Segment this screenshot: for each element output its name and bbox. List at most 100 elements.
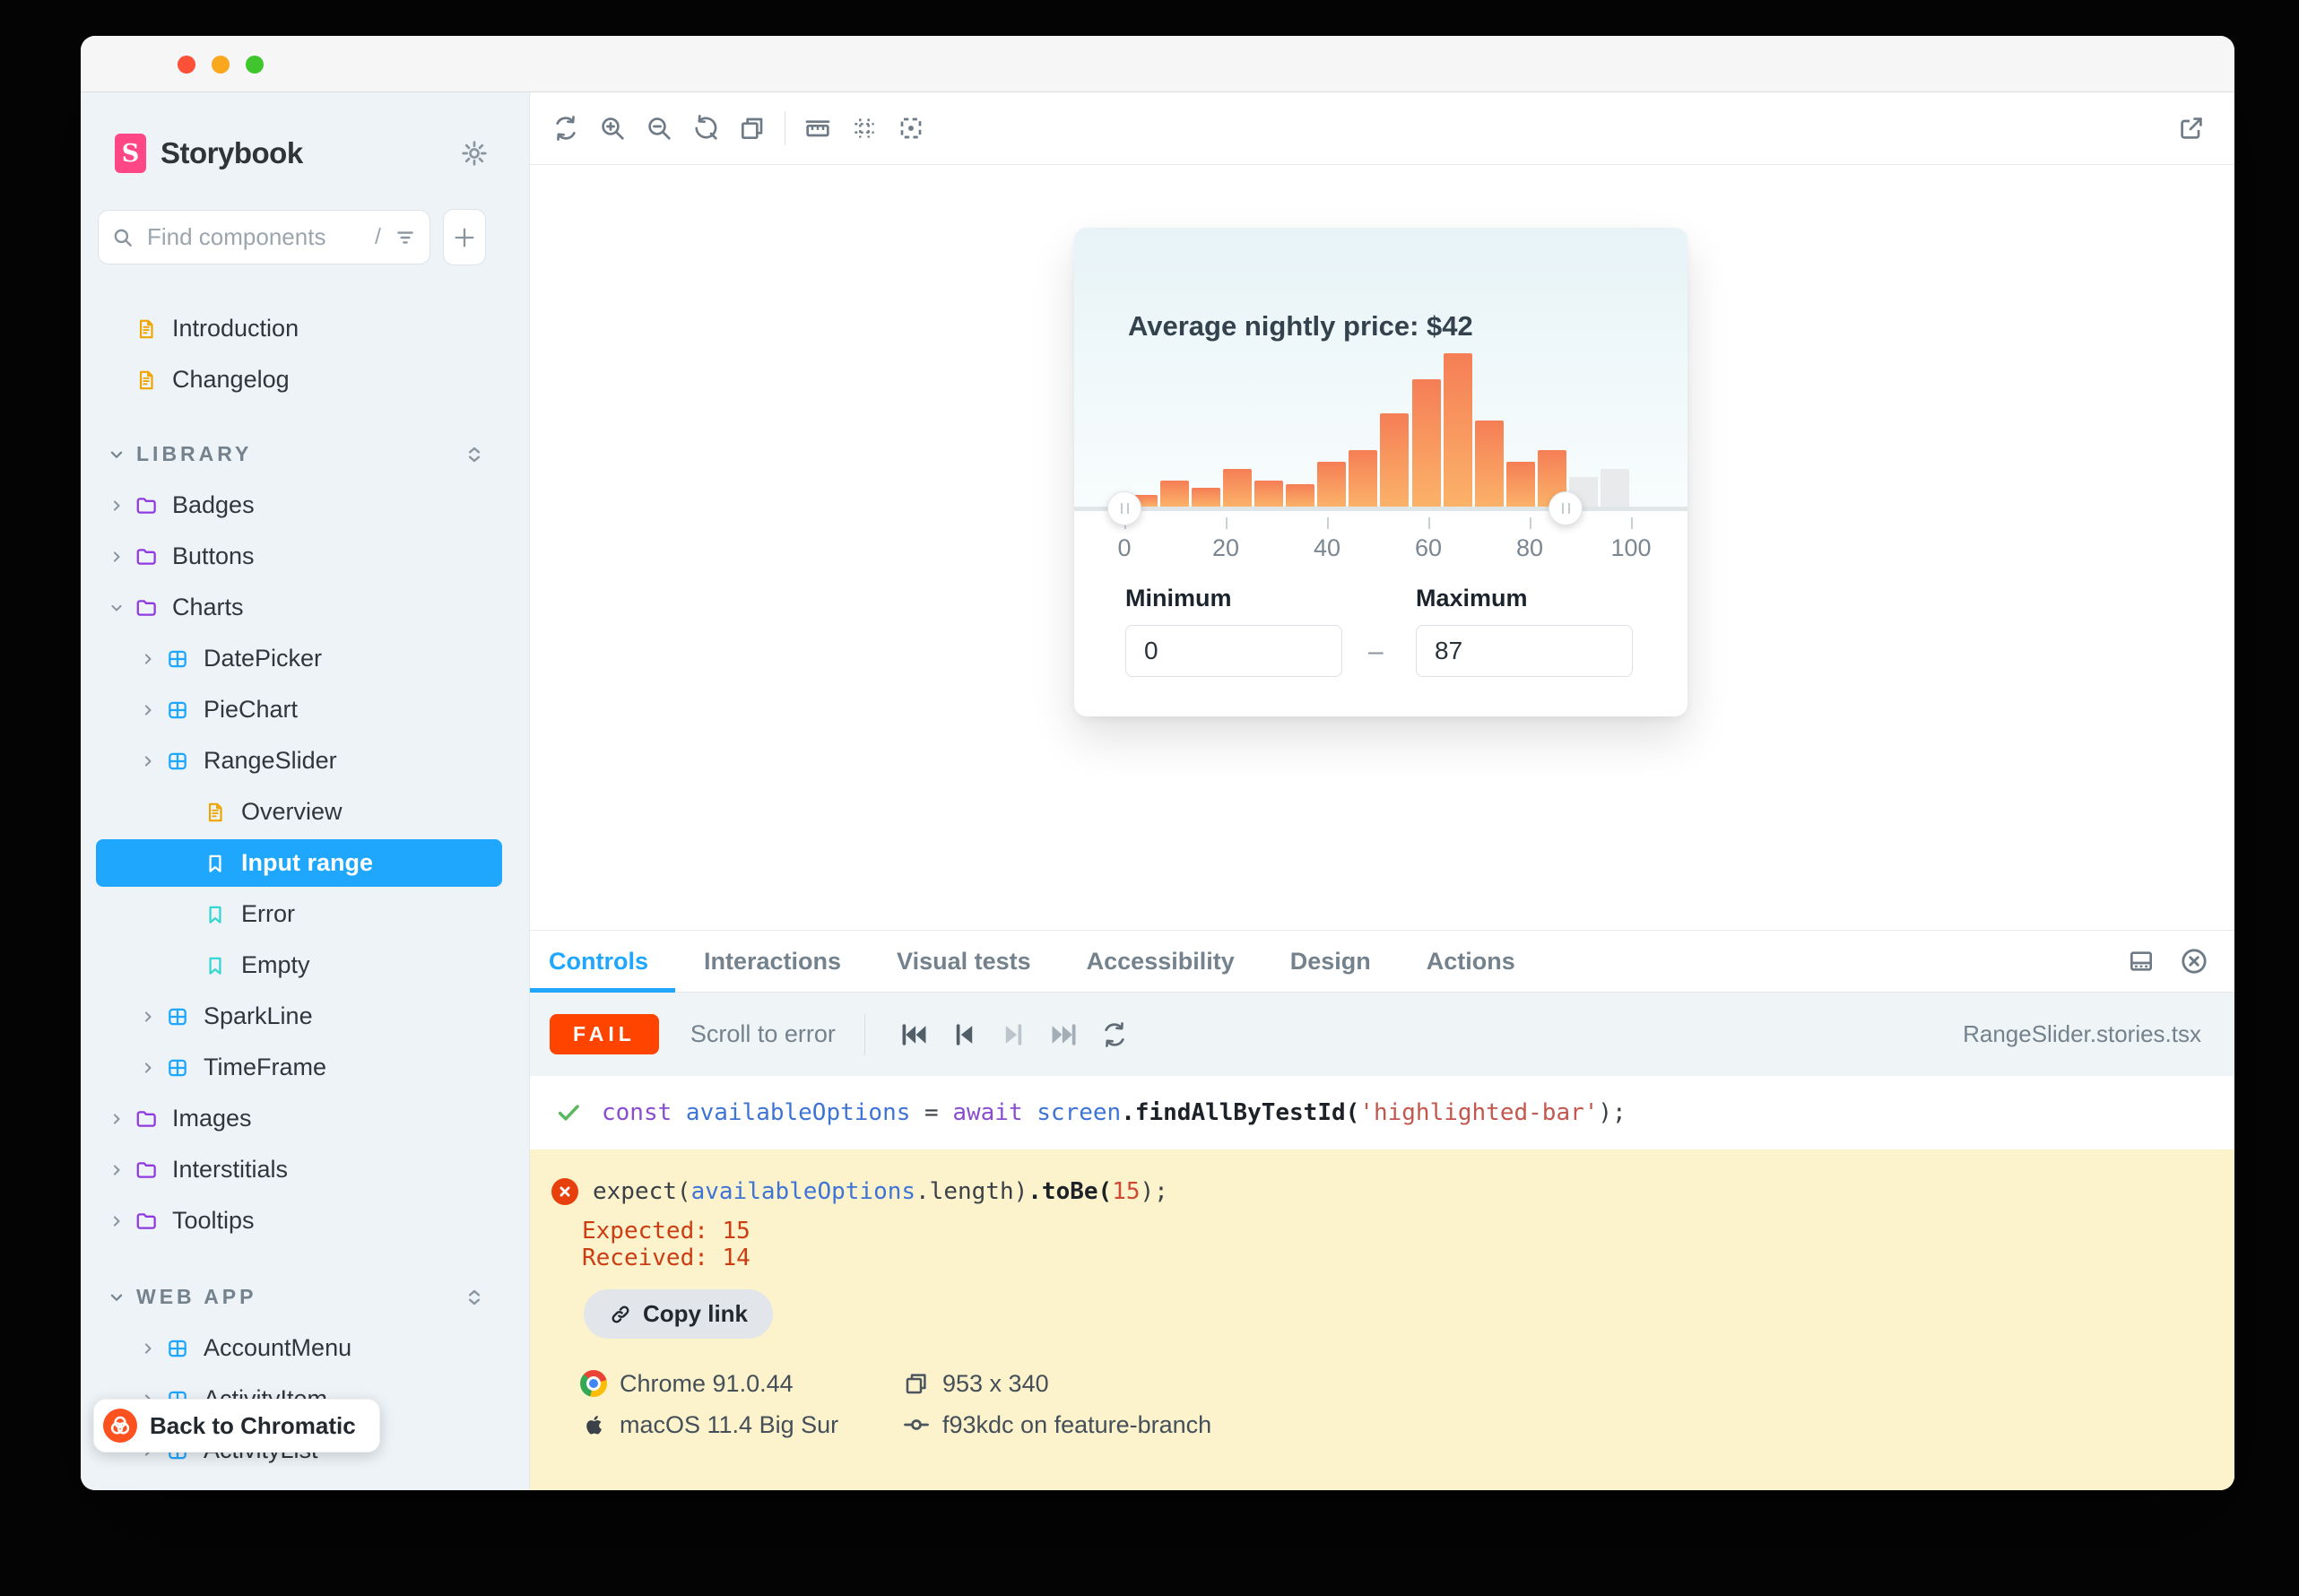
settings-gear-icon[interactable]: [460, 139, 489, 168]
section-header-library[interactable]: LIBRARY: [81, 429, 529, 480]
axis-tick-label: 0: [1117, 534, 1131, 562]
doc-icon: [204, 801, 227, 824]
chevron-right-icon[interactable]: [108, 1110, 126, 1128]
tab-design[interactable]: Design: [1290, 931, 1371, 992]
sidebar-item-interstitials[interactable]: Interstitials: [81, 1144, 529, 1195]
chevron-right-icon[interactable]: [139, 752, 157, 770]
outline-button[interactable]: [893, 110, 929, 146]
go-to-end-icon: [1049, 1019, 1080, 1050]
open-in-new-tab-icon: [2177, 114, 2206, 143]
chevron-right-icon[interactable]: [139, 1008, 157, 1026]
sidebar-item-buttons[interactable]: Buttons: [81, 531, 529, 582]
sidebar-item-datepicker[interactable]: DatePicker: [81, 633, 529, 684]
assertion-diff: Expected: 15 Received: 14: [582, 1218, 2234, 1271]
histogram-bar: [1444, 353, 1472, 507]
env-commit: f93kdc on feature-branch: [903, 1410, 2234, 1439]
folder-icon: [134, 596, 158, 620]
tab-interactions[interactable]: Interactions: [704, 931, 841, 992]
axis-tick-label: 80: [1516, 534, 1543, 562]
minimize-window-button[interactable]: [212, 56, 230, 74]
sidebar-item-charts[interactable]: Charts: [81, 582, 529, 633]
histogram-bar: [1192, 488, 1220, 507]
scroll-to-error-button[interactable]: Scroll to error: [690, 1020, 836, 1048]
sidebar-item-images[interactable]: Images: [81, 1093, 529, 1144]
bookmark-icon: [204, 852, 227, 875]
env-browser: Chrome 91.0.44: [580, 1369, 903, 1398]
sidebar-item-introduction[interactable]: Introduction: [81, 303, 529, 354]
sidebar-item-piechart[interactable]: PieChart: [81, 684, 529, 735]
copy-link-button[interactable]: Copy link: [584, 1289, 773, 1339]
chevron-down-icon[interactable]: [107, 1288, 126, 1307]
chevron-right-icon[interactable]: [108, 497, 126, 515]
reset-zoom-button[interactable]: [688, 110, 724, 146]
go-to-start-button[interactable]: [893, 1014, 934, 1055]
tab-accessibility[interactable]: Accessibility: [1087, 931, 1235, 992]
search-shortcut-hint: /: [375, 224, 381, 250]
tab-visual-tests[interactable]: Visual tests: [897, 931, 1031, 992]
histogram-bar: [1160, 481, 1189, 507]
search-row: /: [98, 209, 529, 265]
sidebar-item-accountmenu[interactable]: AccountMenu: [81, 1323, 529, 1374]
close-panel-icon[interactable]: [2179, 946, 2209, 976]
sidebar-item-empty[interactable]: Empty: [81, 940, 529, 991]
create-story-button[interactable]: [443, 209, 486, 265]
chevron-down-icon[interactable]: [108, 599, 126, 617]
maximum-input[interactable]: [1416, 625, 1633, 677]
commit-icon: [903, 1411, 930, 1438]
chevron-right-icon[interactable]: [139, 1059, 157, 1077]
chevron-down-icon[interactable]: [107, 445, 126, 464]
zoom-in-button[interactable]: [594, 110, 630, 146]
close-window-button[interactable]: [178, 56, 195, 74]
rerun-button[interactable]: [1094, 1014, 1135, 1055]
interactions-statusbar: FAIL Scroll to error RangeSlider.stories…: [530, 993, 2234, 1076]
measure-button[interactable]: [800, 110, 836, 146]
chevron-right-icon[interactable]: [108, 1212, 126, 1230]
search-input[interactable]: [145, 222, 371, 252]
folder-icon: [134, 494, 158, 517]
sidebar-item-rangeslider[interactable]: RangeSlider: [81, 735, 529, 786]
sidebar-item-badges[interactable]: Badges: [81, 480, 529, 531]
zoom-out-button[interactable]: [641, 110, 677, 146]
chevron-right-icon[interactable]: [139, 650, 157, 668]
sidebar-item-sparkline[interactable]: SparkLine: [81, 991, 529, 1042]
slider-handle-max[interactable]: [1549, 491, 1583, 525]
grid-button[interactable]: [846, 110, 882, 146]
filter-icon[interactable]: [394, 226, 417, 249]
chevron-right-icon[interactable]: [139, 1340, 157, 1357]
canvas-area: Average nightly price: $42 020406080100 …: [530, 92, 2234, 1490]
chevron-right-icon[interactable]: [139, 701, 157, 719]
sidebar-item-tooltips[interactable]: Tooltips: [81, 1195, 529, 1246]
expand-collapse-icon[interactable]: [463, 443, 486, 466]
minimum-input[interactable]: [1125, 625, 1342, 677]
grid-icon: [850, 114, 879, 143]
step-back-button[interactable]: [943, 1014, 985, 1055]
tab-actions[interactable]: Actions: [1427, 931, 1515, 992]
histogram-bar-dimmed: [1601, 469, 1629, 507]
tab-controls[interactable]: Controls: [549, 931, 648, 992]
back-to-chromatic-button[interactable]: Back to Chromatic: [93, 1399, 380, 1453]
chevron-right-icon[interactable]: [108, 1161, 126, 1179]
sidebar-item-input-range[interactable]: Input range: [96, 839, 502, 887]
go-to-end-button[interactable]: [1044, 1014, 1085, 1055]
storybook-logo-icon: S: [115, 134, 146, 173]
step-forward-button[interactable]: [993, 1014, 1035, 1055]
chromatic-knot-icon: [108, 1414, 132, 1437]
failed-step-row: expect(availableOptions.length).toBe(15)…: [530, 1176, 2234, 1207]
search-box[interactable]: /: [98, 210, 430, 265]
panel-position-icon[interactable]: [2127, 947, 2156, 976]
status-badge: FAIL: [550, 1014, 659, 1054]
viewport-size-button[interactable]: [734, 110, 770, 146]
zoom-window-button[interactable]: [246, 56, 264, 74]
story-file-name: RangeSlider.stories.tsx: [1963, 1020, 2201, 1048]
sidebar-item-changelog[interactable]: Changelog: [81, 354, 529, 405]
slider-handle-min[interactable]: [1107, 491, 1141, 525]
expand-collapse-icon[interactable]: [463, 1286, 486, 1309]
sidebar-item-error[interactable]: Error: [81, 889, 529, 940]
open-external-button[interactable]: [2173, 110, 2209, 146]
sidebar-item-timeframe[interactable]: TimeFrame: [81, 1042, 529, 1093]
axis-tick: [1530, 517, 1531, 529]
section-header-web-app[interactable]: WEB APP: [81, 1271, 529, 1323]
remount-button[interactable]: [548, 110, 584, 146]
sidebar-item-overview[interactable]: Overview: [81, 786, 529, 837]
chevron-right-icon[interactable]: [108, 548, 126, 566]
